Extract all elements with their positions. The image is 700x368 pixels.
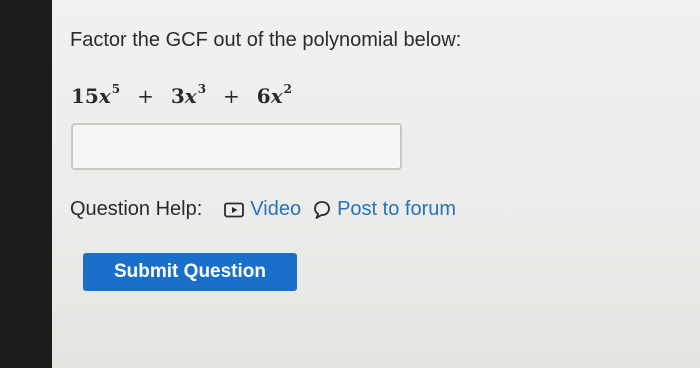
question-panel: Factor the GCF out of the polynomial bel… xyxy=(52,0,700,368)
term2-variable: x xyxy=(184,84,197,108)
term1-coefficient: 15 xyxy=(71,84,99,108)
term2-coefficient: 3 xyxy=(170,84,185,108)
term3-coefficient: 6 xyxy=(256,84,271,108)
post-to-forum-link[interactable]: Post to forum xyxy=(313,198,456,221)
question-help-label: Question Help: xyxy=(70,198,203,220)
term2-exponent: 3 xyxy=(197,82,207,97)
term1-variable: x xyxy=(98,84,111,108)
post-to-forum-label: Post to forum xyxy=(337,198,457,220)
submit-question-button[interactable]: Submit Question xyxy=(83,253,297,291)
term3-variable: x xyxy=(270,84,283,108)
question-help: Question Help: Video Post to forum xyxy=(70,198,456,221)
plus-operator: + xyxy=(223,84,240,108)
video-icon xyxy=(224,202,245,218)
video-link[interactable]: Video xyxy=(224,198,301,221)
term3-exponent: 2 xyxy=(283,82,292,97)
speech-bubble-icon xyxy=(313,200,331,220)
term1-exponent: 5 xyxy=(111,82,121,97)
polynomial-expression: 15x5 + 3x3 + 6x2 xyxy=(71,82,292,108)
plus-operator: + xyxy=(137,84,154,108)
video-link-label: Video xyxy=(250,198,302,220)
question-prompt: Factor the GCF out of the polynomial bel… xyxy=(70,29,462,51)
answer-input[interactable] xyxy=(71,123,402,170)
